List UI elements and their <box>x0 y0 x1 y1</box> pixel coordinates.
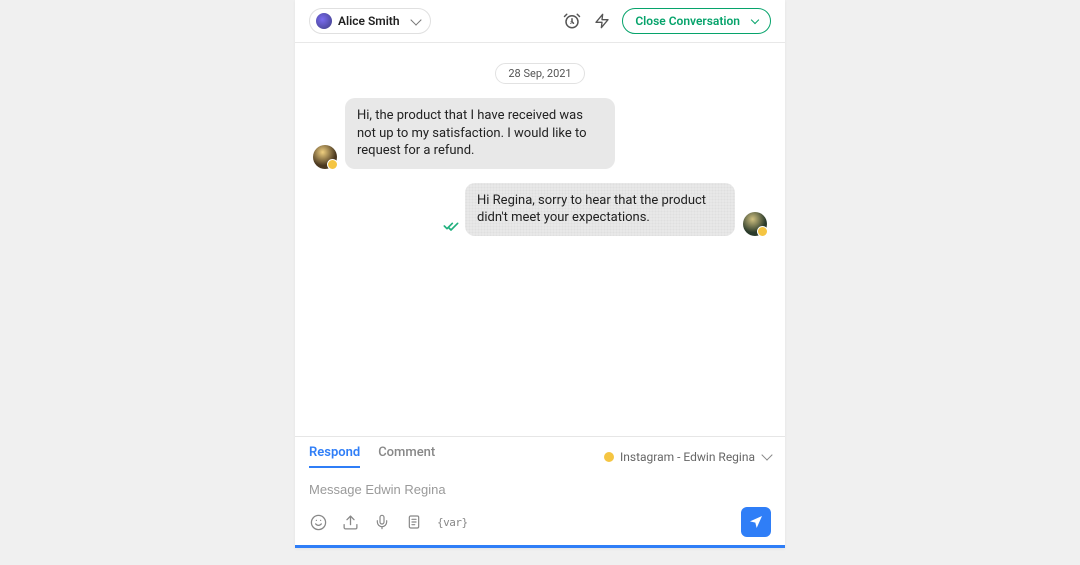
message-row-outgoing: Hi Regina, sorry to hear that the produc… <box>313 183 767 236</box>
message-bubble: Hi, the product that I have received was… <box>345 98 615 169</box>
composer-top-row: Respond Comment Instagram - Edwin Regina <box>309 445 771 468</box>
header-actions: z Close Conversation <box>562 8 771 34</box>
close-conversation-button[interactable]: Close Conversation <box>622 8 771 34</box>
channel-selector[interactable]: Instagram - Edwin Regina <box>604 450 771 464</box>
tool-row-left: {var} <box>309 513 468 531</box>
composer-tabs: Respond Comment <box>309 445 435 468</box>
tab-respond[interactable]: Respond <box>309 445 360 468</box>
note-icon[interactable] <box>405 513 423 531</box>
composer-toolbar: {var} <box>309 507 771 537</box>
channel-label: Instagram - Edwin Regina <box>620 450 755 464</box>
message-row-incoming: Hi, the product that I have received was… <box>313 98 767 169</box>
customer-avatar <box>313 145 337 169</box>
agent-avatar <box>743 212 767 236</box>
chevron-down-icon <box>410 14 421 25</box>
lightning-icon[interactable] <box>592 11 612 31</box>
message-input[interactable] <box>309 478 771 507</box>
chat-header: Alice Smith z Close Conversation <box>295 0 785 43</box>
chevron-down-icon <box>761 449 772 460</box>
read-receipt-icon <box>443 220 459 236</box>
send-button[interactable] <box>741 507 771 537</box>
mic-icon[interactable] <box>373 513 391 531</box>
svg-text:z: z <box>570 20 573 26</box>
assignee-avatar <box>316 13 332 29</box>
date-chip: 28 Sep, 2021 <box>495 63 584 84</box>
composer: Respond Comment Instagram - Edwin Regina <box>295 436 785 545</box>
assignee-name: Alice Smith <box>338 14 400 28</box>
emoji-icon[interactable] <box>309 513 327 531</box>
upload-icon[interactable] <box>341 513 359 531</box>
messages-area: 28 Sep, 2021 Hi, the product that I have… <box>295 43 785 436</box>
bottom-accent-bar <box>295 545 785 548</box>
chat-panel: Alice Smith z Close Conversation <box>295 0 785 548</box>
channel-dot-icon <box>604 452 614 462</box>
assignee-dropdown[interactable]: Alice Smith <box>309 8 431 34</box>
close-conversation-label: Close Conversation <box>635 14 740 28</box>
message-bubble: Hi Regina, sorry to hear that the produc… <box>465 183 735 236</box>
snooze-icon[interactable]: z <box>562 11 582 31</box>
variable-icon[interactable]: {var} <box>437 516 468 529</box>
tab-comment[interactable]: Comment <box>378 445 435 468</box>
date-separator: 28 Sep, 2021 <box>313 63 767 84</box>
chevron-down-icon <box>751 15 759 23</box>
